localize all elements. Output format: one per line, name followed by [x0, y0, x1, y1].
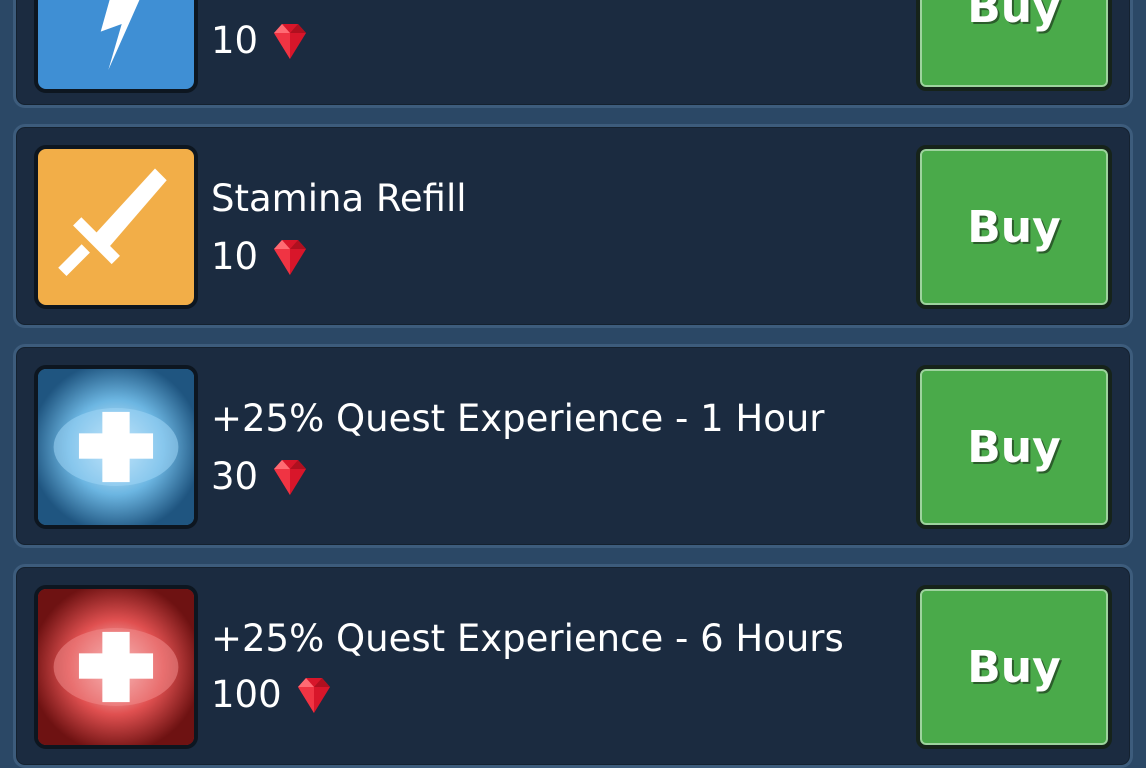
item-name: +25% Quest Experience - 6 Hours [211, 617, 844, 660]
buy-button[interactable]: Buy [916, 585, 1112, 749]
shop-item-row: Stamina Refill 10 Buy [13, 124, 1133, 328]
shop-item-row: +25% Quest Experience - 1 Hour 30 Buy [13, 344, 1133, 548]
shop-item-row: 10 Buy [13, 0, 1133, 108]
ruby-gem-icon [274, 23, 307, 59]
item-price: 10 [211, 235, 312, 278]
sword-icon [34, 145, 198, 309]
ruby-gem-icon [274, 459, 307, 495]
buy-button[interactable]: Buy [916, 145, 1112, 309]
ruby-gem-icon [274, 239, 307, 275]
item-price: 30 [211, 455, 312, 498]
blue-cross-icon [34, 365, 198, 529]
item-price: 10 [211, 19, 312, 62]
item-name: +25% Quest Experience - 1 Hour [211, 397, 825, 440]
buy-button[interactable]: Buy [916, 365, 1112, 529]
red-cross-icon [34, 585, 198, 749]
buy-button[interactable]: Buy [916, 0, 1112, 91]
lightning-bolt-icon [34, 0, 198, 93]
ruby-gem-icon [297, 677, 330, 713]
item-name: Stamina Refill [211, 177, 467, 220]
item-price: 100 [211, 673, 336, 716]
shop-item-row: +25% Quest Experience - 6 Hours 100 Buy [13, 564, 1133, 768]
